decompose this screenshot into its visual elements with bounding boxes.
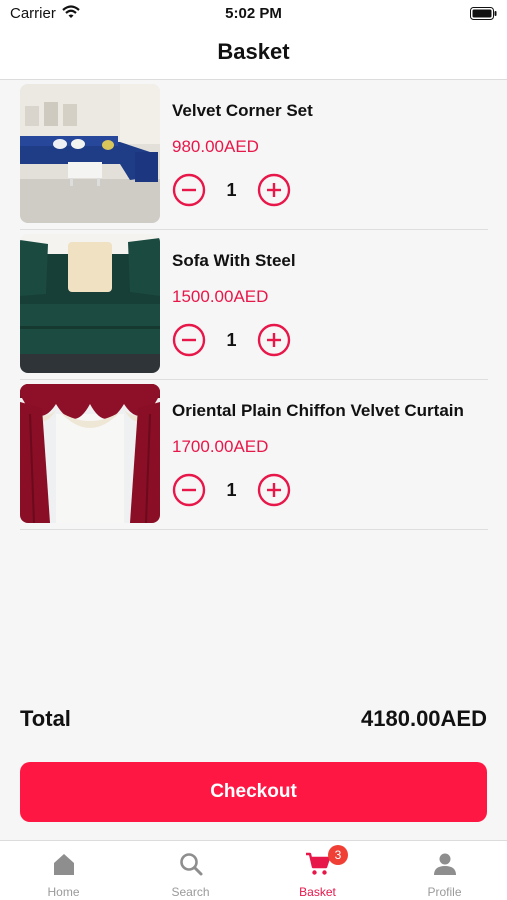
basket-list: Velvet Corner Set 980.00AED 1 Sofa With … xyxy=(20,80,488,530)
search-icon xyxy=(179,853,202,876)
product-price: 1500.00AED xyxy=(172,287,269,306)
tab-label: Profile xyxy=(427,885,462,899)
blue-velvet-corner-sofa-image xyxy=(20,84,160,223)
burgundy-velvet-curtain-image xyxy=(20,384,160,523)
quantity-stepper: 1 xyxy=(172,173,292,207)
product-image[interactable] xyxy=(20,384,160,523)
page-title: Basket xyxy=(217,39,290,64)
tab-search[interactable]: Search xyxy=(127,841,254,900)
tab-label: Basket xyxy=(299,885,336,899)
tab-label: Search xyxy=(171,885,210,899)
clock: 5:02 PM xyxy=(225,5,282,22)
tab-bar: Home Search 3 Basket Profile xyxy=(0,840,507,900)
basket-item: Sofa With Steel 1500.00AED 1 xyxy=(20,230,488,380)
cart-icon xyxy=(305,852,330,875)
product-image[interactable] xyxy=(20,234,160,373)
tab-profile[interactable]: Profile xyxy=(381,841,507,900)
product-price: 980.00AED xyxy=(172,137,259,156)
quantity-stepper: 1 xyxy=(172,473,292,507)
basket-item: Velvet Corner Set 980.00AED 1 xyxy=(20,80,488,230)
green-velvet-sofa-image xyxy=(20,234,160,373)
status-bar: Carrier 5:02 PM xyxy=(0,0,507,28)
person-icon xyxy=(433,853,456,875)
checkout-button[interactable]: Checkout xyxy=(20,762,487,822)
basket-item: Oriental Plain Chiffon Velvet Curtain 17… xyxy=(20,380,488,530)
home-icon xyxy=(53,854,74,875)
quantity-value: 1 xyxy=(226,480,237,500)
quantity-stepper: 1 xyxy=(172,323,292,357)
increase-quantity-button[interactable] xyxy=(257,323,291,357)
increase-quantity-button[interactable] xyxy=(257,473,291,507)
quantity-value: 1 xyxy=(226,180,237,200)
product-price: 1700.00AED xyxy=(172,437,269,456)
tab-label: Home xyxy=(47,885,80,899)
decrease-quantity-button[interactable] xyxy=(172,323,206,357)
total-value: 4180.00AED xyxy=(361,706,487,731)
tab-basket[interactable]: 3 Basket xyxy=(254,841,381,900)
quantity-value: 1 xyxy=(226,330,237,350)
decrease-quantity-button[interactable] xyxy=(172,473,206,507)
battery-icon xyxy=(470,7,497,20)
tab-home[interactable]: Home xyxy=(0,841,127,900)
navigation-bar: Basket xyxy=(0,28,507,80)
total-label: Total xyxy=(20,706,71,731)
product-image[interactable] xyxy=(20,84,160,223)
decrease-quantity-button[interactable] xyxy=(172,173,206,207)
cart-count-badge: 3 xyxy=(328,845,348,865)
product-name[interactable]: Oriental Plain Chiffon Velvet Curtain xyxy=(172,401,464,421)
product-name[interactable]: Sofa With Steel xyxy=(172,251,296,271)
increase-quantity-button[interactable] xyxy=(257,173,291,207)
product-name[interactable]: Velvet Corner Set xyxy=(172,101,313,121)
total-row: Total 4180.00AED xyxy=(20,706,487,734)
